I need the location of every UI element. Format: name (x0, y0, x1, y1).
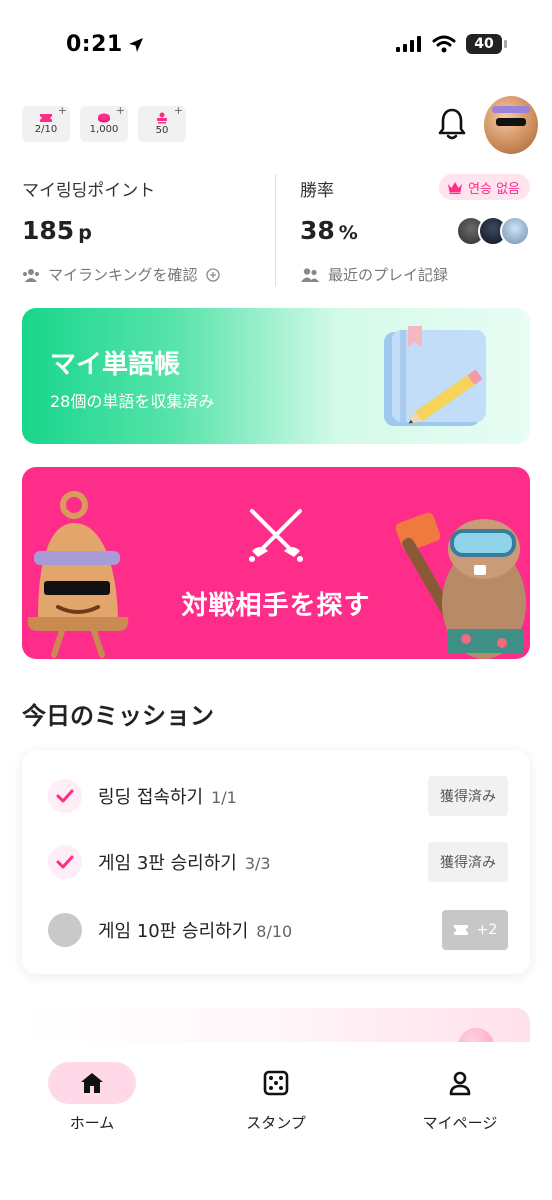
mission-status-badge: 獲得済み (428, 776, 508, 816)
currency-chips: + 2/10 + 1,000 + 50 (22, 104, 186, 142)
nav-stamp[interactable]: スタンプ (216, 1062, 336, 1133)
vocabulary-subtitle: 28個の単語を収集済み (50, 392, 215, 411)
mission-text: 게임 3판 승리하기 3/3 (98, 849, 271, 875)
plus-circle-icon (205, 267, 220, 282)
person-icon (449, 1071, 471, 1096)
incomplete-circle-icon (48, 913, 82, 947)
status-bar: 0:21 40 (0, 0, 552, 90)
winrate-value: 38% (300, 216, 358, 245)
check-icon (48, 779, 82, 813)
check-icon (48, 845, 82, 879)
coin-count: 1,000 (89, 124, 119, 135)
avatar-sunglasses (496, 118, 526, 126)
mission-item: 게임 3판 승리하기 3/3 獲得済み (22, 840, 530, 884)
dice-icon (263, 1070, 289, 1096)
profile-avatar[interactable] (484, 96, 538, 154)
points-unit: p (78, 222, 92, 244)
stats-section: マイ링딩ポイント 185 p マイランキングを確認 勝率 연승 없음 38% 最近… (22, 170, 530, 290)
winrate-panel: 勝率 연승 없음 38% 最近のプレイ記録 (300, 170, 530, 290)
nav-mypage[interactable]: マイページ (400, 1062, 520, 1133)
stamp-icon (157, 112, 167, 124)
missions-heading: 今日のミッション (22, 702, 214, 730)
status-time: 0:21 (66, 32, 145, 57)
ticket-chip[interactable]: + 2/10 (22, 104, 70, 142)
crossed-swords-icon (249, 509, 303, 562)
beaver-mascot-icon (395, 512, 526, 659)
mission-item: 링딩 접속하기 1/1 獲得済み (22, 774, 530, 818)
nav-home[interactable]: ホーム (32, 1062, 152, 1133)
home-icon (81, 1073, 103, 1093)
recent-opponent-avatars[interactable] (456, 216, 530, 246)
vocabulary-card[interactable]: マイ単語帳 28個の単語を収集済み (22, 308, 530, 444)
crown-icon (448, 181, 463, 194)
winrate-unit: % (338, 222, 358, 244)
chip-plus-icon: + (115, 104, 125, 117)
chip-plus-icon: + (173, 104, 183, 117)
mission-progress: 3/3 (244, 854, 271, 873)
mission-text: 링딩 접속하기 1/1 (98, 783, 237, 809)
mission-progress: 8/10 (256, 922, 293, 941)
points-title: マイ링딩ポイント (22, 181, 156, 201)
streak-badge-label: 연승 없음 (468, 181, 520, 197)
find-opponent-card[interactable]: 対戦相手を探す (22, 467, 530, 659)
stamp-count: 50 (155, 125, 169, 136)
notification-bell-icon[interactable] (436, 106, 468, 142)
chip-plus-icon: + (57, 104, 67, 117)
play-history-link[interactable]: 最近のプレイ記録 (300, 264, 448, 285)
ranking-link-label: マイランキングを確認 (48, 266, 198, 284)
bottom-nav: ホーム スタンプ マイページ (0, 1042, 552, 1200)
stats-divider (275, 174, 276, 286)
stamp-chip[interactable]: + 50 (138, 104, 186, 142)
nav-home-label: ホーム (69, 1114, 115, 1132)
coin-chip[interactable]: + 1,000 (80, 104, 128, 142)
ticket-count: 2/10 (34, 124, 58, 135)
points-number: 185 (22, 216, 75, 245)
mission-item: 게임 10판 승리하기 8/10 +2 (22, 908, 530, 952)
cellular-signal-icon (396, 36, 421, 52)
points-value: 185 p (22, 216, 92, 245)
coin-icon (98, 113, 110, 123)
wifi-icon (432, 35, 456, 53)
notebook-pencil-icon (384, 326, 486, 426)
mission-text: 게임 10판 승리하기 8/10 (98, 917, 292, 943)
mission-label: 게임 3판 승리하기 (98, 853, 237, 874)
opponent-avatar (500, 216, 530, 246)
mission-label: 링딩 접속하기 (98, 787, 204, 808)
nav-mypage-pill (416, 1062, 504, 1104)
nav-stamp-pill (232, 1062, 320, 1104)
mission-progress: 1/1 (211, 788, 237, 807)
nav-stamp-label: スタンプ (246, 1114, 306, 1132)
ranking-people-icon (23, 268, 39, 282)
users-icon (301, 267, 319, 282)
ranking-link[interactable]: マイランキングを確認 (22, 264, 220, 285)
ticket-icon (40, 114, 52, 122)
bell-mascot-icon (27, 491, 129, 658)
avatar-headband (492, 106, 530, 113)
nav-mypage-label: マイページ (422, 1114, 498, 1132)
clock-text: 0:21 (66, 32, 123, 57)
winrate-title: 勝率 (300, 181, 334, 201)
nav-home-pill (48, 1062, 136, 1104)
play-history-label: 最近のプレイ記録 (328, 266, 449, 284)
missions-card: 링딩 접속하기 1/1 獲得済み 게임 3판 승리하기 3/3 獲得済み 게임 10… (22, 750, 530, 974)
mission-reward-label: +2 (476, 922, 498, 938)
vocabulary-title: マイ単語帳 (50, 350, 181, 380)
ticket-icon (453, 925, 468, 935)
mission-status-badge: 獲得済み (428, 842, 508, 882)
streak-badge: 연승 없음 (439, 174, 530, 200)
location-arrow-icon (128, 37, 143, 52)
mission-reward-button[interactable]: +2 (442, 910, 508, 950)
mission-label: 게임 10판 승리하기 (98, 921, 249, 942)
winrate-number: 38 (300, 216, 335, 245)
battery-icon: 40 (466, 34, 507, 54)
status-indicators: 40 (396, 34, 507, 54)
points-panel: マイ링딩ポイント 185 p マイランキングを確認 (22, 170, 274, 290)
